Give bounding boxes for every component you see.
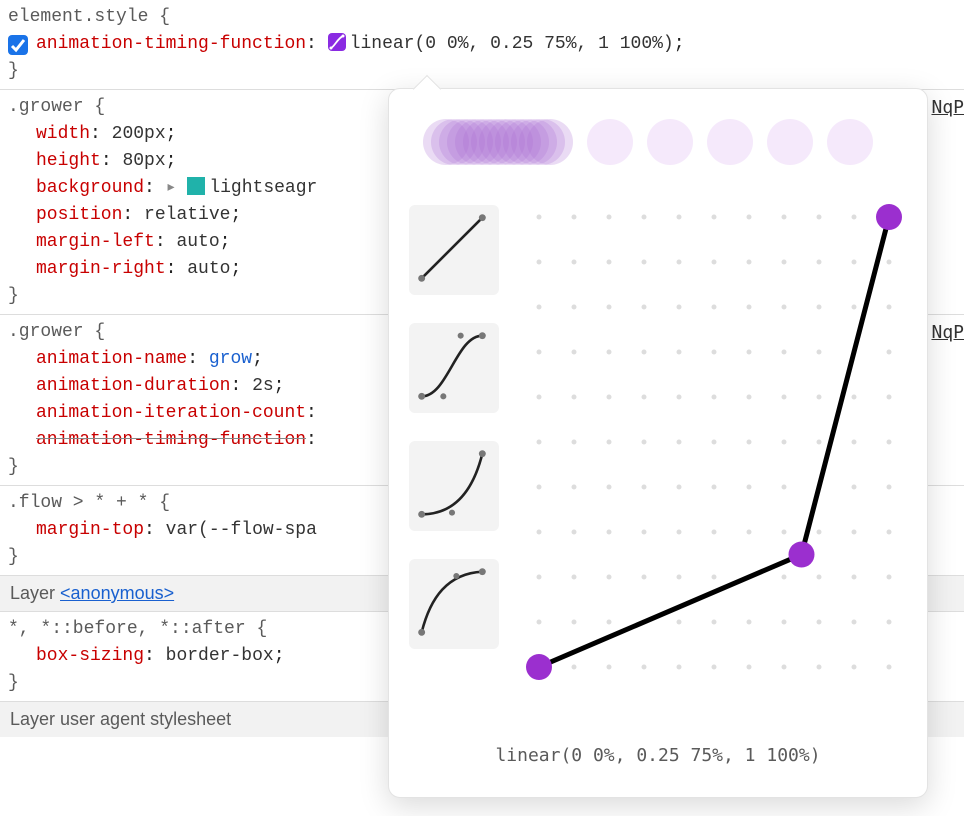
preset-ease-in[interactable] <box>409 441 499 531</box>
selector[interactable]: .grower <box>8 97 84 117</box>
preset-ease-out[interactable] <box>409 559 499 649</box>
easing-curve-editor[interactable] <box>519 197 909 687</box>
preview-dot <box>767 119 813 165</box>
selector[interactable]: *, *::before, *::after <box>8 619 246 639</box>
easing-swatch-icon[interactable] <box>328 33 346 51</box>
preview-dot <box>587 119 633 165</box>
preview-dot <box>827 119 873 165</box>
curve-handle[interactable] <box>526 654 552 680</box>
color-swatch[interactable] <box>187 177 205 195</box>
animation-preview-row <box>389 89 927 175</box>
preset-linear[interactable] <box>409 205 499 295</box>
preview-dot <box>707 119 753 165</box>
overridden-declaration: animation-timing-function <box>36 430 306 450</box>
curve-handle[interactable] <box>876 204 902 230</box>
easing-preset-list <box>409 205 499 649</box>
property-name[interactable]: animation-timing-function <box>36 34 306 54</box>
rule-element-style[interactable]: element.style { animation-timing-functio… <box>0 0 964 89</box>
selector[interactable]: .grower <box>8 322 84 342</box>
easing-editor-popover: linear(0 0%, 0.25 75%, 1 100%) <box>388 88 928 798</box>
editor-grid <box>537 215 892 670</box>
layer-link[interactable]: <anonymous> <box>60 583 174 603</box>
selector[interactable]: .flow > * + * <box>8 493 148 513</box>
declaration[interactable]: animation-timing-function: linear(0 0%, … <box>8 31 956 58</box>
enabled-checkbox[interactable] <box>8 35 28 55</box>
easing-value-label[interactable]: linear(0 0%, 0.25 75%, 1 100%) <box>389 742 927 769</box>
selector[interactable]: element.style <box>8 7 148 27</box>
source-link[interactable]: NqP <box>931 94 964 121</box>
property-value[interactable]: linear(0 0%, 0.25 75%, 1 100%) <box>350 34 674 54</box>
preset-ease-in-out[interactable] <box>409 323 499 413</box>
source-link[interactable]: NqP <box>931 319 964 346</box>
expand-icon[interactable]: ▸ <box>166 178 177 198</box>
preview-trail <box>423 119 573 165</box>
preview-dot <box>647 119 693 165</box>
curve-handle[interactable] <box>789 542 815 568</box>
